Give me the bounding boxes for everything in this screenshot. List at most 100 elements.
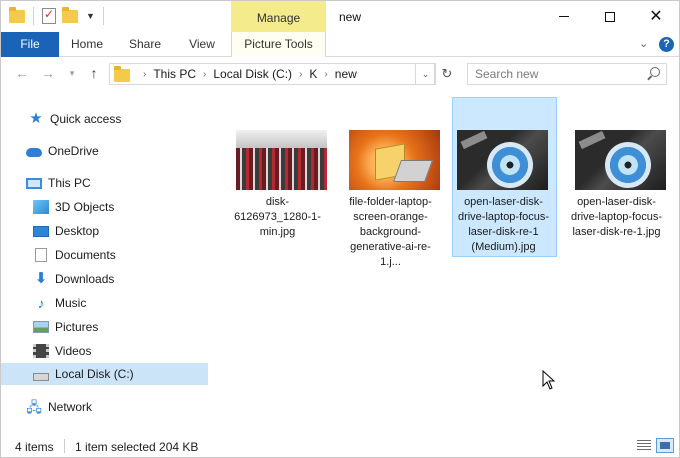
expand-ribbon-chevron-icon[interactable]: ⌄ — [639, 37, 648, 50]
status-bar: 4 items 1 item selected 204 KB — [1, 431, 679, 457]
tab-share[interactable]: Share — [121, 32, 169, 57]
file-list[interactable]: disk-6126973_1280-1-min.jpg file-folder-… — [208, 89, 679, 427]
up-button[interactable]: ↑ — [85, 64, 103, 82]
file-name: open-laser-disk-drive-laptop-focus-laser… — [457, 196, 550, 253]
minimize-button[interactable] — [541, 1, 587, 32]
chevron-down-icon: ▾ — [69, 68, 75, 78]
sidebar-item-label: Local Disk (C:) — [55, 367, 134, 381]
document-icon — [35, 248, 47, 262]
sidebar-item-network[interactable]: 🖧 Network — [1, 396, 208, 418]
arrow-right-icon: → — [41, 65, 55, 81]
file-tile-selected[interactable]: open-laser-disk-drive-laptop-focus-laser… — [452, 97, 557, 257]
sidebar-item-desktop[interactable]: Desktop — [1, 220, 208, 242]
forward-button[interactable]: → — [39, 64, 57, 82]
tab-file[interactable]: File — [1, 32, 59, 57]
navigation-pane: ★ Quick access OneDrive This PC 3D Objec… — [1, 97, 208, 427]
breadcrumb-k[interactable]: K — [309, 67, 317, 81]
disk-icon — [33, 372, 49, 381]
details-view-icon[interactable] — [635, 438, 653, 453]
file-thumbnail — [236, 130, 327, 190]
file-name: file-folder-laptop-screen-orange-backgro… — [349, 196, 432, 268]
file-name: disk-6126973_1280-1-min.jpg — [234, 196, 321, 238]
new-folder-icon[interactable] — [62, 6, 78, 23]
sidebar-item-documents[interactable]: Documents — [1, 244, 208, 266]
sidebar-item-label: This PC — [48, 176, 91, 190]
help-icon[interactable]: ? — [659, 37, 674, 52]
sidebar-item-this-pc[interactable]: This PC — [1, 172, 208, 194]
cloud-icon — [26, 148, 42, 157]
search-input[interactable]: Search new — [467, 63, 667, 85]
back-button[interactable]: ← — [13, 64, 31, 82]
quick-access-toolbar: ▼ — [9, 6, 106, 25]
computer-icon — [26, 177, 42, 189]
file-tile[interactable]: file-folder-laptop-screen-orange-backgro… — [338, 97, 443, 268]
sidebar-item-onedrive[interactable]: OneDrive — [1, 140, 208, 162]
breadcrumb-this-pc[interactable]: This PC — [153, 67, 196, 81]
star-icon: ★ — [29, 110, 43, 127]
arrow-up-icon: ↑ — [90, 65, 98, 81]
cube-icon — [33, 200, 49, 214]
search-placeholder: Search new — [475, 67, 539, 81]
tab-view[interactable]: View — [178, 32, 226, 57]
breadcrumb-chevron-icon[interactable]: › — [203, 69, 206, 80]
sidebar-item-music[interactable]: ♪ Music — [1, 292, 208, 314]
status-separator — [64, 439, 65, 453]
properties-icon[interactable] — [42, 7, 56, 24]
sidebar-item-videos[interactable]: Videos — [1, 340, 208, 362]
navigation-bar: ← → ▾ ↑ › This PC › Local Disk (C:) › K … — [1, 58, 679, 89]
close-button[interactable]: ✕ — [633, 1, 679, 32]
window-title: new — [339, 10, 362, 24]
ribbon-tabs: File Home Share View Picture Tools ⌄ ? — [1, 32, 679, 57]
sidebar-item-label: Music — [55, 296, 87, 310]
file-thumbnail — [457, 130, 548, 190]
toolbar-separator — [33, 7, 34, 25]
search-icon — [650, 67, 660, 77]
sidebar-item-label: Videos — [55, 344, 92, 358]
customize-toolbar-chevron-icon[interactable]: ▼ — [86, 11, 95, 21]
title-bar: ▼ Manage new ✕ — [1, 1, 679, 32]
refresh-button[interactable]: ↻ — [437, 63, 457, 85]
file-explorer-window: ▼ Manage new ✕ File Home Share View Pict… — [0, 0, 680, 458]
sidebar-item-label: 3D Objects — [55, 200, 115, 214]
music-icon: ♪ — [37, 295, 45, 311]
maximize-button[interactable] — [587, 1, 633, 32]
file-tile[interactable]: open-laser-disk-drive-laptop-focus-laser… — [564, 97, 669, 257]
sidebar-item-label: OneDrive — [48, 144, 99, 158]
sidebar-item-3d-objects[interactable]: 3D Objects — [1, 196, 208, 218]
breadcrumb-chevron-icon[interactable]: › — [324, 69, 327, 80]
sidebar-item-label: Downloads — [55, 272, 115, 286]
folder-icon — [9, 6, 25, 23]
tab-home[interactable]: Home — [63, 32, 111, 57]
breadcrumb-new[interactable]: new — [335, 67, 357, 81]
breadcrumb-local-disk[interactable]: Local Disk (C:) — [213, 67, 292, 81]
toolbar-separator — [102, 7, 104, 25]
sidebar-item-label: Quick access — [50, 112, 122, 126]
refresh-icon: ↻ — [441, 66, 453, 81]
address-bar[interactable]: › This PC › Local Disk (C:) › K › new — [109, 63, 435, 85]
file-thumbnail — [575, 130, 666, 190]
sidebar-item-label: Documents — [55, 248, 116, 262]
sidebar-item-downloads[interactable]: ⬇ Downloads — [1, 268, 208, 290]
item-count: 4 items — [15, 440, 54, 454]
breadcrumb-chevron-icon[interactable]: › — [143, 69, 146, 80]
file-tile[interactable]: disk-6126973_1280-1-min.jpg — [225, 97, 330, 257]
sidebar-item-quick-access[interactable]: ★ Quick access — [1, 108, 208, 130]
large-icons-view-icon[interactable] — [656, 438, 674, 453]
tab-picture-tools[interactable]: Picture Tools — [231, 32, 326, 57]
arrow-left-icon: ← — [15, 65, 29, 81]
sidebar-item-label: Desktop — [55, 224, 100, 238]
sidebar-item-label: Pictures — [55, 320, 99, 334]
close-icon: ✕ — [649, 7, 663, 25]
breadcrumb-chevron-icon[interactable]: › — [299, 69, 302, 80]
manage-contextual-tab[interactable]: Manage — [231, 1, 326, 32]
selection-info: 1 item selected 204 KB — [75, 440, 199, 454]
sidebar-item-local-disk[interactable]: Local Disk (C:) — [1, 363, 208, 385]
download-icon: ⬇ — [34, 270, 48, 287]
recent-locations-button[interactable]: ▾ — [63, 64, 81, 82]
maximize-icon — [605, 11, 615, 22]
address-history-dropdown[interactable]: ⌄ — [415, 63, 436, 85]
folder-icon — [114, 65, 130, 82]
mouse-cursor-icon — [542, 370, 556, 390]
file-thumbnail — [349, 130, 440, 190]
sidebar-item-pictures[interactable]: Pictures — [1, 316, 208, 338]
